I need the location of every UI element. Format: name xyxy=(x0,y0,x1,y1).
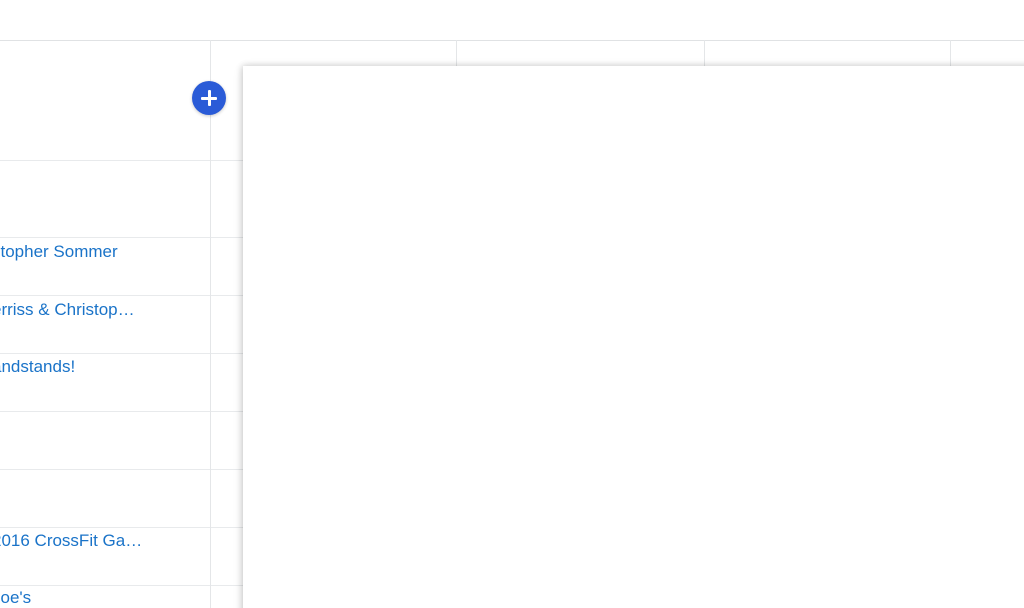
table-column-divider xyxy=(210,40,211,608)
table-cell-link[interactable]: 2016 CrossFit Ga… xyxy=(0,531,204,551)
screen-root: stopher Sommer erriss & Christop… andstand… xyxy=(0,0,1024,608)
table-cell-link[interactable]: erriss & Christop… xyxy=(0,300,204,320)
table-cell-link[interactable]: stopher Sommer xyxy=(0,242,204,262)
table-row-divider xyxy=(0,40,1024,41)
metric-picker-panel: OverviewWatch time (hours)ViewsAverage v… xyxy=(243,66,1024,608)
table-cell-link[interactable]: Joe's xyxy=(0,588,204,608)
table-cell-link[interactable]: andstands! xyxy=(0,357,204,377)
add-metric-button[interactable] xyxy=(192,81,226,115)
plus-icon-vertical xyxy=(207,90,211,106)
